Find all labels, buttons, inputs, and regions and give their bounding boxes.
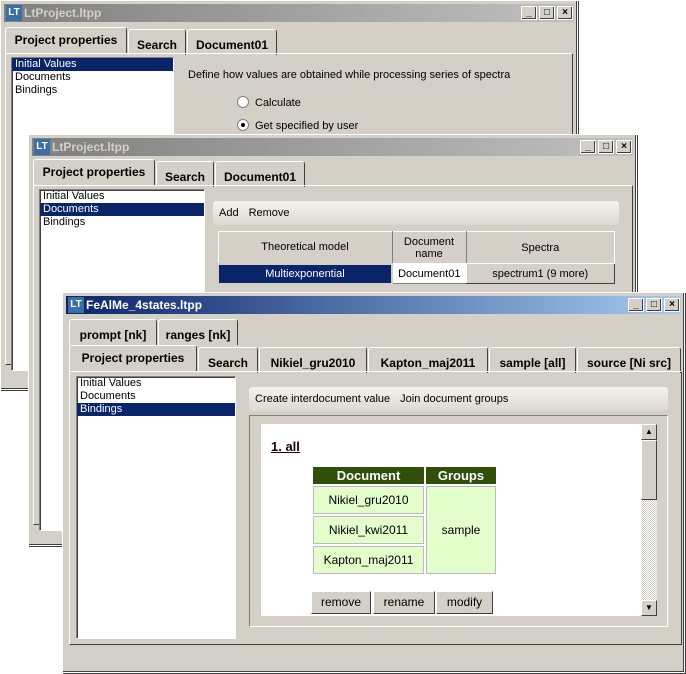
cell-document-name[interactable]: Document01: [392, 263, 466, 284]
tab-kapton-maj2011[interactable]: Kapton_maj2011: [368, 347, 488, 373]
window-title: LtProject.ltpp: [24, 6, 102, 20]
group-table: Document Groups Nikiel_gru2010 sample Niki…: [311, 465, 498, 576]
list-item-documents[interactable]: Documents: [77, 390, 235, 403]
tab-search[interactable]: Search: [128, 29, 186, 55]
tab-project-properties[interactable]: Project properties: [5, 27, 127, 53]
radio-icon[interactable]: [237, 96, 249, 108]
minimize-button[interactable]: _: [580, 140, 596, 154]
section-list[interactable]: Initial Values Documents Bindings: [76, 376, 236, 639]
scroll-up-arrow-icon[interactable]: ▲: [641, 424, 657, 440]
tab-project-properties[interactable]: Project properties: [33, 159, 155, 185]
group-title-link[interactable]: 1. all: [271, 439, 300, 454]
header-document-name[interactable]: Document name: [391, 231, 467, 264]
window-fealme-active[interactable]: LT FeAlMe_4states.ltpp _ □ × prompt [nk] …: [62, 292, 685, 673]
close-button[interactable]: ×: [664, 298, 680, 312]
list-item-documents[interactable]: Documents: [40, 203, 204, 216]
close-button[interactable]: ×: [616, 140, 632, 154]
minimize-button[interactable]: _: [628, 298, 644, 312]
title-bar[interactable]: LT FeAlMe_4states.ltpp _ □ ×: [66, 296, 681, 314]
list-item-initial-values[interactable]: Initial Values: [12, 58, 173, 71]
maximize-button[interactable]: □: [539, 6, 555, 20]
radio-get-specified[interactable]: Get specified by user: [237, 119, 358, 132]
add-button[interactable]: Add: [219, 207, 239, 219]
window-title: FeAlMe_4states.ltpp: [86, 298, 203, 312]
documents-table: Theoretical model Document name Spectra …: [217, 231, 615, 285]
radio-calculate[interactable]: Calculate: [237, 96, 301, 109]
spectra-button[interactable]: spectrum1 (9 more): [465, 263, 615, 284]
tab-source[interactable]: source [Ni src]: [577, 347, 681, 373]
header-spectra[interactable]: Spectra: [465, 231, 615, 264]
vertical-scrollbar[interactable]: ▲ ▼: [641, 424, 657, 616]
title-bar[interactable]: LT LtProject.ltpp _ □ ×: [4, 4, 574, 22]
minimize-button[interactable]: _: [521, 6, 537, 20]
rename-button[interactable]: rename: [373, 591, 435, 614]
tab-nikiel-gru2010[interactable]: Nikiel_gru2010: [259, 347, 367, 373]
tab-sample[interactable]: sample [all]: [489, 347, 576, 373]
header-theoretical-model[interactable]: Theoretical model: [217, 231, 393, 264]
maximize-button[interactable]: □: [598, 140, 614, 154]
documents-toolbar: Add Remove: [213, 201, 619, 225]
tab-document01[interactable]: Document01: [215, 161, 305, 187]
description-text: Define how values are obtained while pro…: [188, 69, 511, 81]
list-item-bindings[interactable]: Bindings: [40, 216, 204, 229]
close-button[interactable]: ×: [557, 6, 573, 20]
remove-button[interactable]: remove: [311, 591, 371, 614]
tab-search[interactable]: Search: [198, 347, 258, 373]
group-cell: sample: [426, 486, 496, 574]
title-bar[interactable]: LT LtProject.ltpp _ □ ×: [32, 138, 633, 156]
app-logo-icon: LT: [6, 5, 22, 21]
header-groups: Groups: [426, 467, 496, 484]
modify-button[interactable]: modify: [436, 591, 493, 614]
app-logo-icon: LT: [34, 139, 50, 155]
list-item-initial-values[interactable]: Initial Values: [40, 190, 204, 203]
bindings-view[interactable]: 1. all Document Groups Nikiel_gru2010 samp…: [261, 424, 641, 616]
scroll-down-arrow-icon[interactable]: ▼: [641, 600, 657, 616]
bindings-toolbar: Create interdocument value Join document …: [249, 387, 668, 411]
radio-checked-icon[interactable]: [237, 119, 249, 131]
list-item-initial-values[interactable]: Initial Values: [77, 377, 235, 390]
document-cell: Nikiel_kwi2011: [313, 516, 424, 544]
document-cell: Kapton_maj2011: [313, 546, 424, 574]
list-item-bindings[interactable]: Bindings: [12, 84, 173, 97]
scrollbar-thumb[interactable]: [641, 440, 657, 500]
radio-label: Calculate: [255, 97, 301, 109]
app-logo-icon: LT: [68, 297, 84, 313]
tab-ranges[interactable]: ranges [nk]: [158, 319, 238, 345]
document-cell: Nikiel_gru2010: [313, 486, 424, 514]
remove-button[interactable]: Remove: [249, 207, 290, 219]
create-interdocument-value-button[interactable]: Create interdocument value: [255, 393, 390, 405]
header-document: Document: [313, 467, 424, 484]
tab-project-properties[interactable]: Project properties: [69, 345, 197, 371]
list-item-bindings[interactable]: Bindings: [77, 403, 235, 416]
tab-document01[interactable]: Document01: [187, 29, 277, 55]
tab-prompt[interactable]: prompt [nk]: [69, 319, 157, 345]
maximize-button[interactable]: □: [646, 298, 662, 312]
tab-search[interactable]: Search: [156, 161, 214, 187]
radio-label: Get specified by user: [255, 120, 359, 132]
join-document-groups-button[interactable]: Join document groups: [400, 393, 508, 405]
cell-theoretical-model[interactable]: Multiexponential: [217, 262, 393, 285]
window-title: LtProject.ltpp: [52, 140, 130, 154]
list-item-documents[interactable]: Documents: [12, 71, 173, 84]
